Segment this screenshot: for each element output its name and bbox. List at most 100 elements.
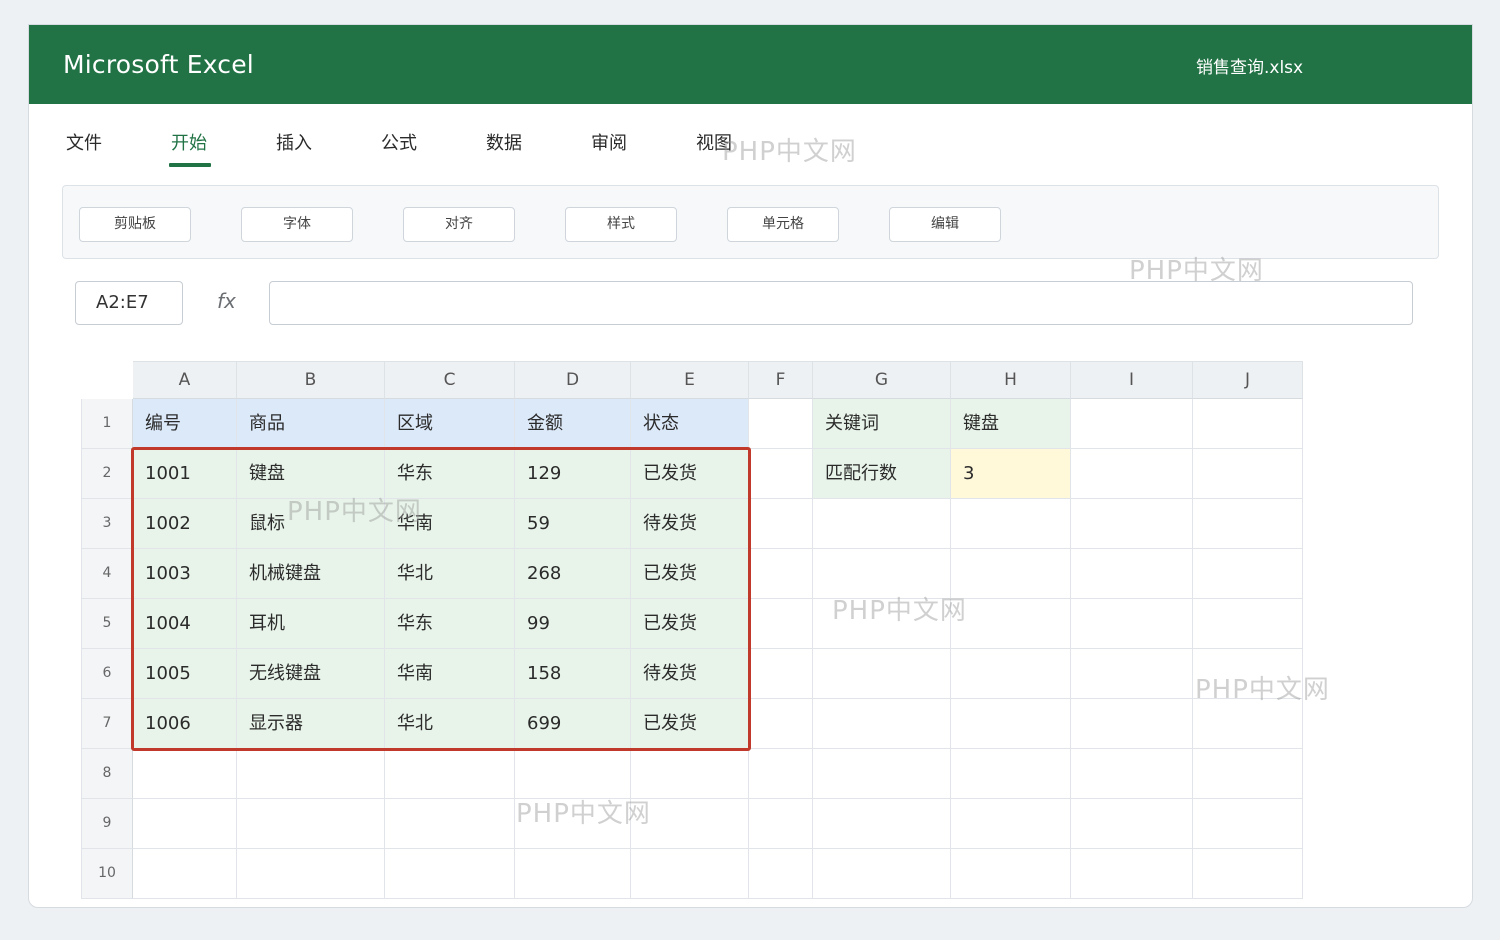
table-data-cell[interactable]: 99 [515, 599, 631, 649]
column-header-g[interactable]: G [813, 361, 951, 399]
cell[interactable] [1193, 799, 1303, 849]
cell[interactable] [237, 799, 385, 849]
table-header-cell[interactable]: 金额 [515, 399, 631, 449]
cell[interactable] [631, 849, 749, 899]
cell[interactable] [1193, 699, 1303, 749]
table-data-cell[interactable]: 显示器 [237, 699, 385, 749]
column-header-i[interactable]: I [1071, 361, 1193, 399]
table-header-cell[interactable]: 编号 [133, 399, 237, 449]
name-box[interactable]: A2:E7 [75, 281, 183, 325]
editing-group-button[interactable]: 编辑 [889, 207, 1001, 242]
table-data-cell[interactable]: 已发货 [631, 449, 749, 499]
table-header-cell[interactable]: 状态 [631, 399, 749, 449]
table-data-cell[interactable]: 1001 [133, 449, 237, 499]
cell[interactable] [133, 799, 237, 849]
cell[interactable] [385, 799, 515, 849]
row-header-6[interactable]: 6 [81, 649, 133, 699]
table-header-cell[interactable]: 区域 [385, 399, 515, 449]
cell[interactable] [1193, 449, 1303, 499]
cell[interactable] [1193, 749, 1303, 799]
cell[interactable] [1193, 599, 1303, 649]
formula-input[interactable] [269, 281, 1413, 325]
cell[interactable] [749, 749, 813, 799]
tab-review[interactable]: 审阅 [591, 129, 627, 155]
cell[interactable] [631, 749, 749, 799]
cell[interactable] [749, 449, 813, 499]
cell[interactable] [515, 799, 631, 849]
cell[interactable] [813, 799, 951, 849]
cell[interactable] [813, 499, 951, 549]
table-data-cell[interactable]: 已发货 [631, 549, 749, 599]
cell[interactable] [1071, 599, 1193, 649]
row-header-3[interactable]: 3 [81, 499, 133, 549]
table-data-cell[interactable]: 华北 [385, 549, 515, 599]
cell[interactable] [813, 749, 951, 799]
cell[interactable] [951, 799, 1071, 849]
clipboard-group-button[interactable]: 剪贴板 [79, 207, 191, 242]
table-data-cell[interactable]: 华南 [385, 649, 515, 699]
table-data-cell[interactable]: 华南 [385, 499, 515, 549]
cell[interactable] [1193, 499, 1303, 549]
table-data-cell[interactable]: 268 [515, 549, 631, 599]
table-data-cell[interactable]: 机械键盘 [237, 549, 385, 599]
tab-view[interactable]: 视图 [696, 129, 732, 155]
font-group-button[interactable]: 字体 [241, 207, 353, 242]
cell[interactable] [749, 799, 813, 849]
table-data-cell[interactable]: 待发货 [631, 499, 749, 549]
row-header-8[interactable]: 8 [81, 749, 133, 799]
tab-data[interactable]: 数据 [486, 129, 522, 155]
column-header-j[interactable]: J [1193, 361, 1303, 399]
row-header-10[interactable]: 10 [81, 849, 133, 899]
row-header-7[interactable]: 7 [81, 699, 133, 749]
cell[interactable] [951, 849, 1071, 899]
cell[interactable] [1071, 549, 1193, 599]
column-header-e[interactable]: E [631, 361, 749, 399]
table-data-cell[interactable]: 已发货 [631, 599, 749, 649]
table-data-cell[interactable]: 已发货 [631, 699, 749, 749]
table-data-cell[interactable]: 1006 [133, 699, 237, 749]
keyword-label-cell[interactable]: 关键词 [813, 399, 951, 449]
cell[interactable] [951, 499, 1071, 549]
cell[interactable] [813, 649, 951, 699]
table-data-cell[interactable]: 1003 [133, 549, 237, 599]
cell[interactable] [1071, 799, 1193, 849]
table-data-cell[interactable]: 1002 [133, 499, 237, 549]
table-data-cell[interactable]: 1005 [133, 649, 237, 699]
cell[interactable] [385, 749, 515, 799]
cell[interactable] [749, 499, 813, 549]
keyword-value-cell[interactable]: 键盘 [951, 399, 1071, 449]
column-header-b[interactable]: B [237, 361, 385, 399]
cell[interactable] [813, 849, 951, 899]
cell[interactable] [631, 799, 749, 849]
cell[interactable] [749, 549, 813, 599]
cell[interactable] [951, 699, 1071, 749]
cell[interactable] [813, 599, 951, 649]
cell[interactable] [1071, 499, 1193, 549]
table-data-cell[interactable]: 158 [515, 649, 631, 699]
cell[interactable] [749, 599, 813, 649]
cell[interactable] [749, 399, 813, 449]
cell[interactable] [951, 599, 1071, 649]
cell[interactable] [237, 849, 385, 899]
row-header-4[interactable]: 4 [81, 549, 133, 599]
cell[interactable] [1071, 649, 1193, 699]
cell[interactable] [1193, 849, 1303, 899]
column-header-d[interactable]: D [515, 361, 631, 399]
cell[interactable] [749, 699, 813, 749]
table-data-cell[interactable]: 键盘 [237, 449, 385, 499]
cell[interactable] [1193, 549, 1303, 599]
cell[interactable] [1071, 449, 1193, 499]
row-header-9[interactable]: 9 [81, 799, 133, 849]
cell[interactable] [951, 549, 1071, 599]
cell[interactable] [133, 749, 237, 799]
cell[interactable] [813, 549, 951, 599]
table-data-cell[interactable]: 699 [515, 699, 631, 749]
cell[interactable] [813, 699, 951, 749]
table-data-cell[interactable]: 华北 [385, 699, 515, 749]
row-header-2[interactable]: 2 [81, 449, 133, 499]
tab-home[interactable]: 开始 [171, 129, 207, 155]
cell[interactable] [1071, 749, 1193, 799]
count-result-cell[interactable]: 3 [951, 449, 1071, 499]
tab-formulas[interactable]: 公式 [381, 129, 417, 155]
column-header-c[interactable]: C [385, 361, 515, 399]
